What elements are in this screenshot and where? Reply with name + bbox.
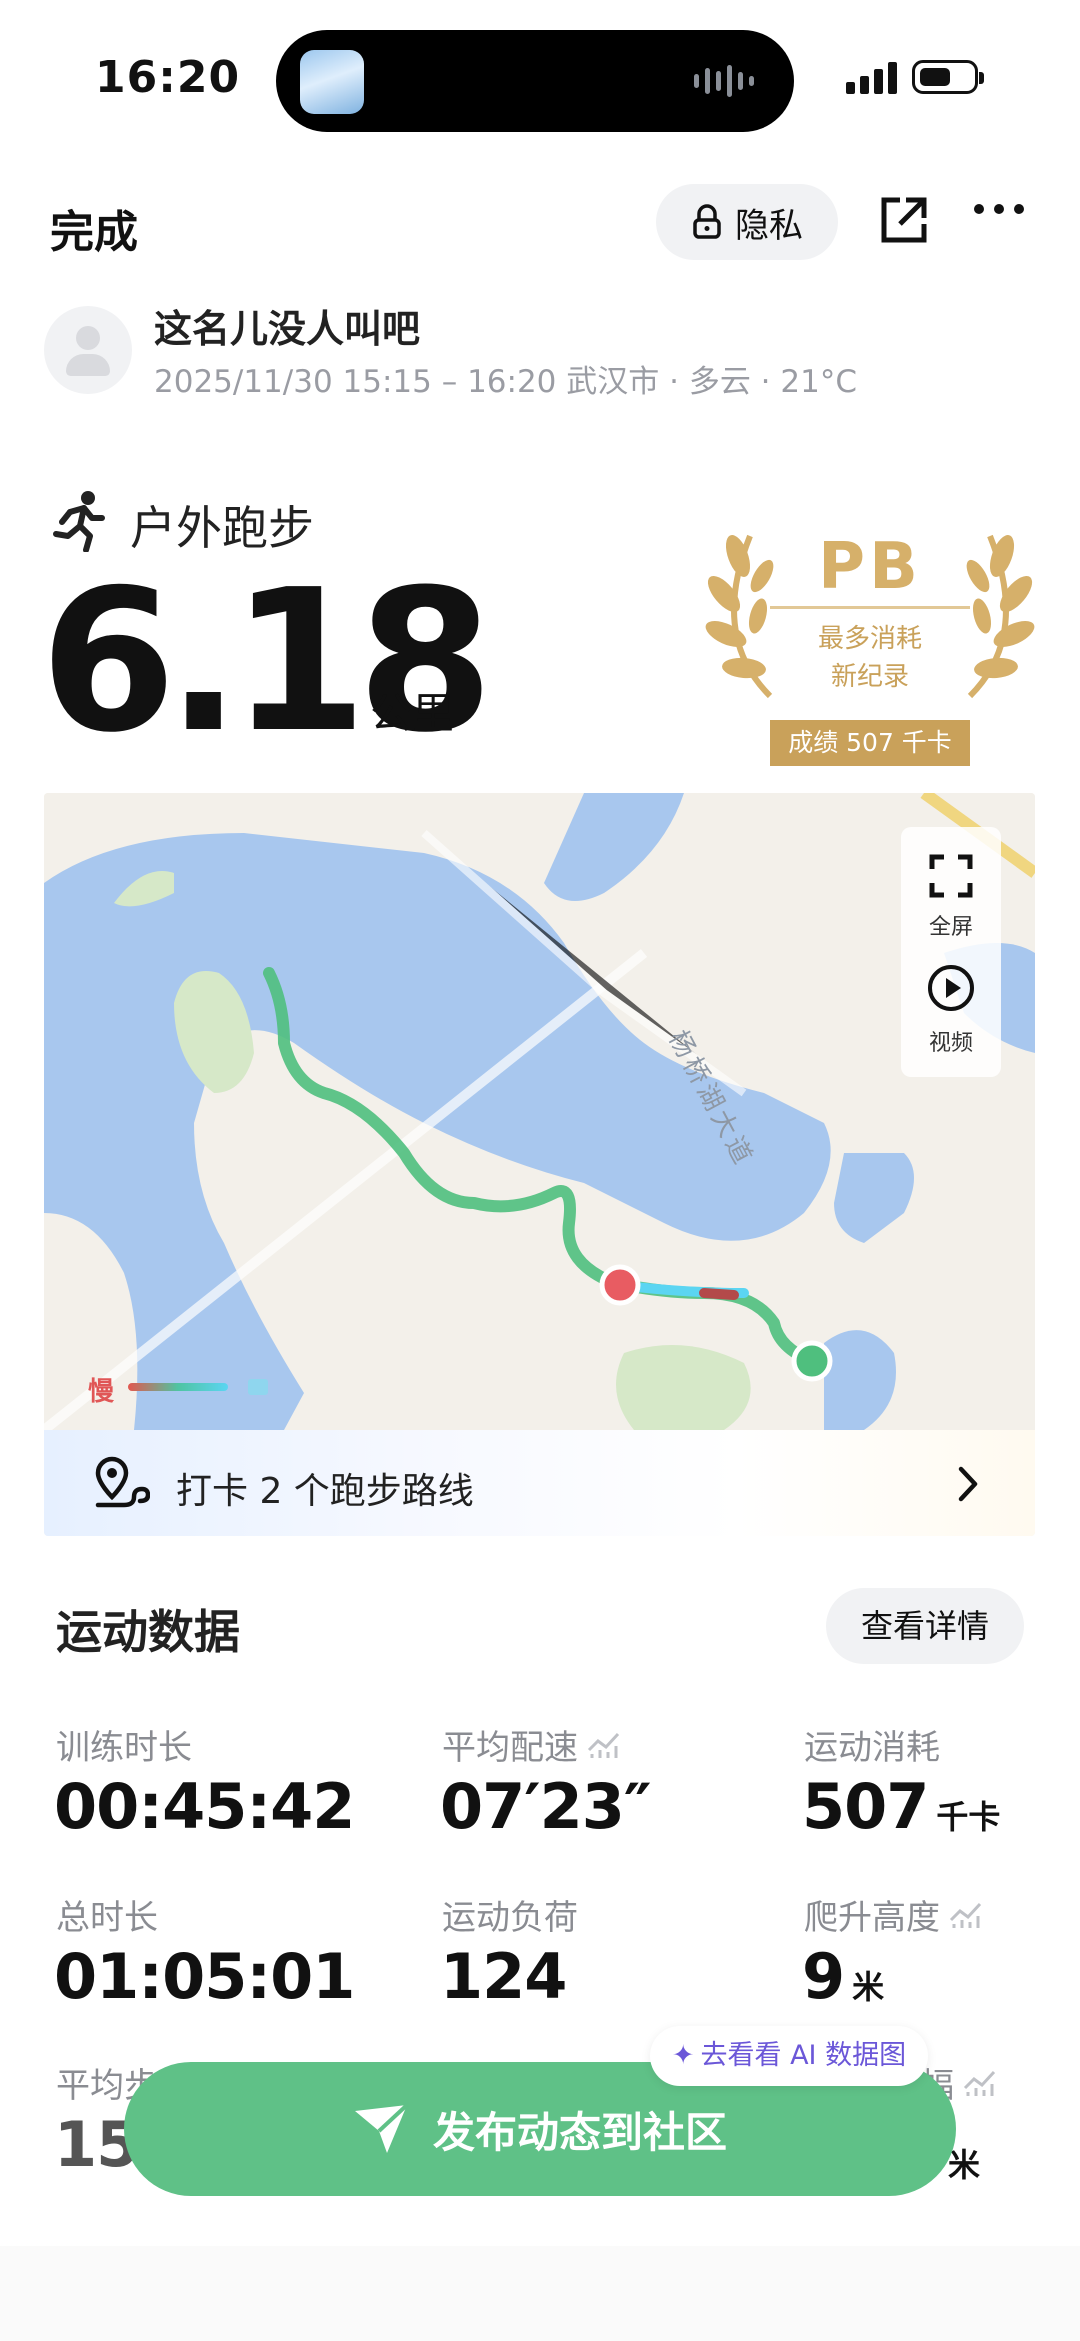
stat-label-training-duration: 训练时长 [56,1728,192,1768]
checkin-text: 打卡 2 个跑步路线 [176,1471,474,1512]
stat-label-calories: 运动消耗 [804,1728,940,1768]
activity-meta: 2025/11/30 15:15 – 16:20 武汉市 · 多云 · 21°C [154,364,857,400]
chevron-right-icon [958,1466,978,1502]
audio-waveform-icon [694,64,754,98]
dynamic-island[interactable] [276,30,794,132]
publish-label: 发布动态到社区 [432,2107,727,2157]
stat-value-elevation: 9 [802,1940,845,2013]
fullscreen-icon[interactable] [928,853,974,899]
done-button[interactable]: 完成 [50,196,138,260]
fullscreen-label[interactable]: 全屏 [901,909,1001,941]
battery-icon [912,60,984,94]
map-controls: 全屏 视频 [901,827,1001,1077]
stat-label-total-duration: 总时长 [56,1898,158,1938]
pace-legend-slow-label: 慢 [88,1377,115,1407]
stat-avg-pace-header[interactable]: 平均配速 [442,1720,622,1769]
pace-legend-fast-swatch [248,1379,268,1395]
music-artwork-thumbnail [300,50,364,114]
stat-elevation: 9 米 [802,1940,884,2013]
running-icon [53,491,105,552]
pace-legend-bar [128,1383,228,1391]
privacy-label: 隐私 [735,205,803,246]
video-label[interactable]: 视频 [901,1025,1001,1057]
stat-value-avg-pace: 07′23″ [440,1770,652,1843]
stat-unit-elevation: 米 [852,1968,885,2006]
pb-subtitle-1: 最多消耗 [817,624,922,654]
play-video-icon[interactable] [926,963,976,1013]
username: 这名儿没人叫吧 [154,307,421,351]
pb-score: 成绩 507 千卡 [770,720,970,766]
pb-divider [770,606,970,609]
pb-subtitle-2: 新纪录 [830,662,909,692]
stat-unit-calories: 千卡 [936,1798,1001,1836]
stat-calories: 507 千卡 [802,1770,1000,1843]
status-time: 16:20 [95,52,241,103]
share-icon[interactable] [876,192,932,248]
stat-value-total-duration: 01:05:01 [54,1940,355,2013]
stat-label-avg-pace: 平均配速 [442,1728,578,1768]
trend-chart-icon [949,1902,982,1928]
route-pin-icon [95,1456,150,1508]
route-map[interactable]: 杨桥湖大道 全屏 视频 慢 打卡 2 个跑步路线 [44,793,1035,1536]
trend-chart-icon [963,2070,996,2096]
stat-value-calories: 507 [802,1770,929,1843]
lock-icon [693,204,721,239]
avatar[interactable] [44,306,132,394]
checkin-routes-row[interactable]: 打卡 2 个跑步路线 [44,1430,1035,1536]
stat-value-training-load: 124 [440,1940,567,2013]
distance-unit: 公里 [370,689,455,738]
ai-data-chart-chip[interactable]: ✦ 去看看 AI 数据图 [650,2026,928,2086]
more-options-icon[interactable] [974,204,1024,214]
privacy-button[interactable]: 隐私 [656,184,838,260]
stat-label-training-load: 运动负荷 [442,1898,578,1938]
sparkle-icon: ✦ [671,2040,695,2071]
stat-label-elevation: 爬升高度 [804,1898,940,1938]
stats-section-title: 运动数据 [56,1605,240,1659]
trend-chart-icon [587,1732,620,1758]
bottom-safe-area [0,2246,1080,2341]
pb-title: PB [818,530,922,604]
cellular-signal-icon [846,60,897,94]
view-details-button[interactable]: 查看详情 [826,1588,1024,1664]
ai-chip-label: 去看看 AI 数据图 [700,2040,907,2071]
map-canvas [44,793,1035,1430]
stat-value-training-duration: 00:45:42 [54,1770,355,1843]
pb-badge[interactable]: PB 最多消耗 新纪录 成绩 507 千卡 [700,516,1040,786]
send-icon [354,2103,409,2153]
stat-elevation-header[interactable]: 爬升高度 [804,1890,984,1939]
